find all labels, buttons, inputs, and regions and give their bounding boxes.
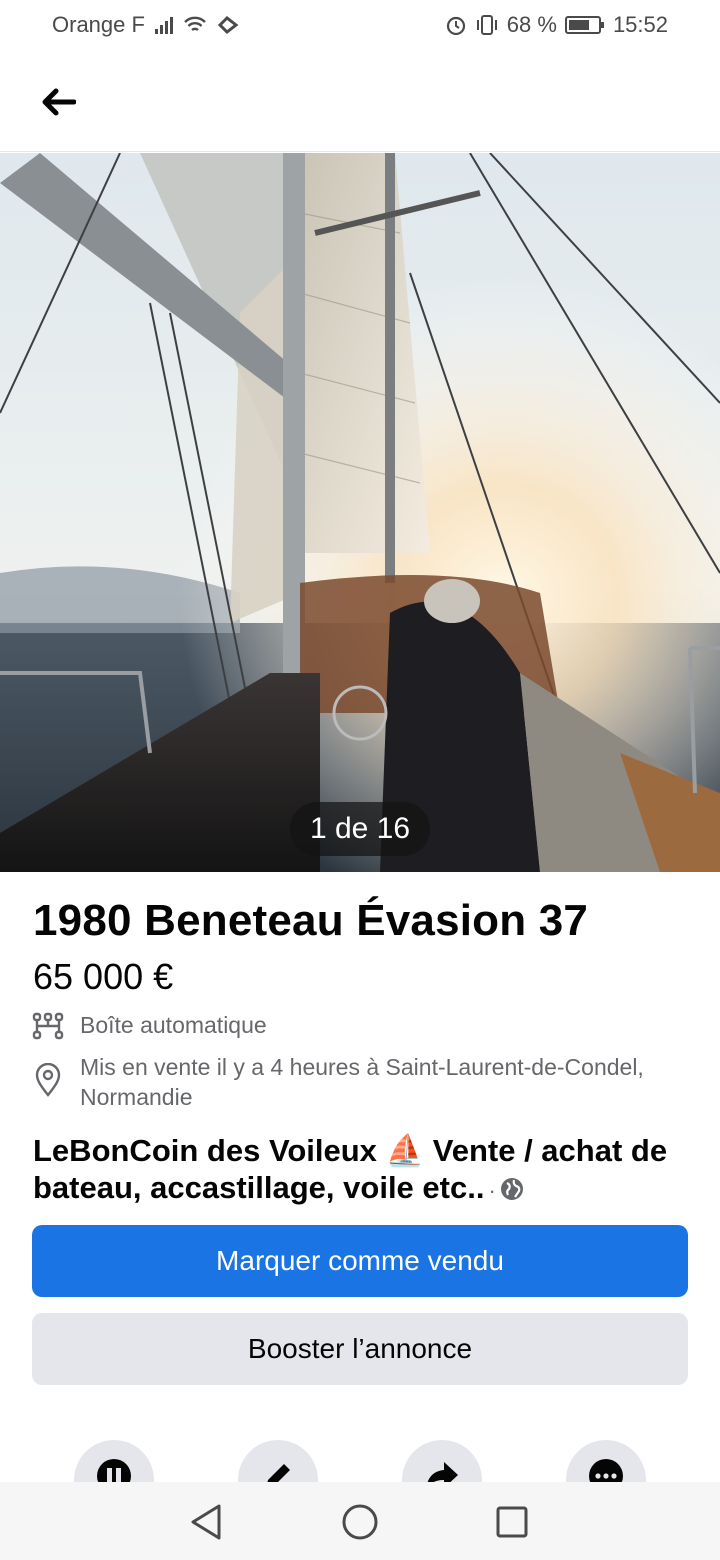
- app-header: [0, 52, 720, 152]
- globe-icon: [500, 1178, 523, 1200]
- square-recents-icon: [496, 1506, 528, 1538]
- sailboat-emoji: ⛵: [385, 1133, 425, 1168]
- listing-price: 65 000 €: [33, 956, 174, 997]
- circle-home-icon: [342, 1504, 378, 1540]
- group-link[interactable]: LeBonCoin des Voileux ⛵ Vente / achat de…: [33, 1132, 693, 1209]
- location-row: Mis en vente il y a 4 heures à Saint-Lau…: [32, 1052, 702, 1112]
- nav-home-button[interactable]: [338, 1500, 382, 1544]
- battery-icon: [564, 16, 604, 34]
- transmission-row: Boîte automatique: [32, 1010, 267, 1042]
- system-nav-bar: [0, 1482, 720, 1560]
- location-pin-icon: [32, 1063, 64, 1097]
- boost-listing-button[interactable]: Booster l’annonce: [32, 1313, 688, 1385]
- status-bar: Orange F 68 % 15:52: [0, 0, 720, 52]
- wifi-icon: [184, 16, 206, 32]
- transmission-label: Boîte automatique: [80, 1012, 267, 1038]
- clock: 15:52: [612, 12, 668, 37]
- arrow-left-icon: [42, 88, 76, 116]
- nav-recents-button[interactable]: [490, 1500, 534, 1544]
- listing-title: 1980 Beneteau Évasion 37: [33, 896, 589, 945]
- gearshift-icon: [32, 1010, 64, 1042]
- separator: ·: [488, 1178, 496, 1203]
- sailboat-photo: [0, 153, 720, 872]
- group-name-part1: LeBonCoin des Voileux: [33, 1133, 377, 1168]
- back-button[interactable]: [30, 74, 86, 130]
- signal-icon: [154, 16, 173, 34]
- alarm-icon: [446, 16, 465, 36]
- vibrate-icon: [476, 15, 497, 35]
- nav-back-button[interactable]: [184, 1500, 228, 1544]
- photo-counter: 1 de 16: [290, 802, 430, 856]
- listing-photo[interactable]: [0, 153, 720, 872]
- mark-sold-button[interactable]: Marquer comme vendu: [32, 1225, 688, 1297]
- location-label[interactable]: Mis en vente il y a 4 heures à Saint-Lau…: [80, 1052, 702, 1112]
- data-transfer-icon: [217, 16, 239, 34]
- carrier-label: Orange F: [52, 12, 145, 37]
- battery-percent: 68 %: [506, 12, 557, 37]
- triangle-back-icon: [191, 1504, 221, 1540]
